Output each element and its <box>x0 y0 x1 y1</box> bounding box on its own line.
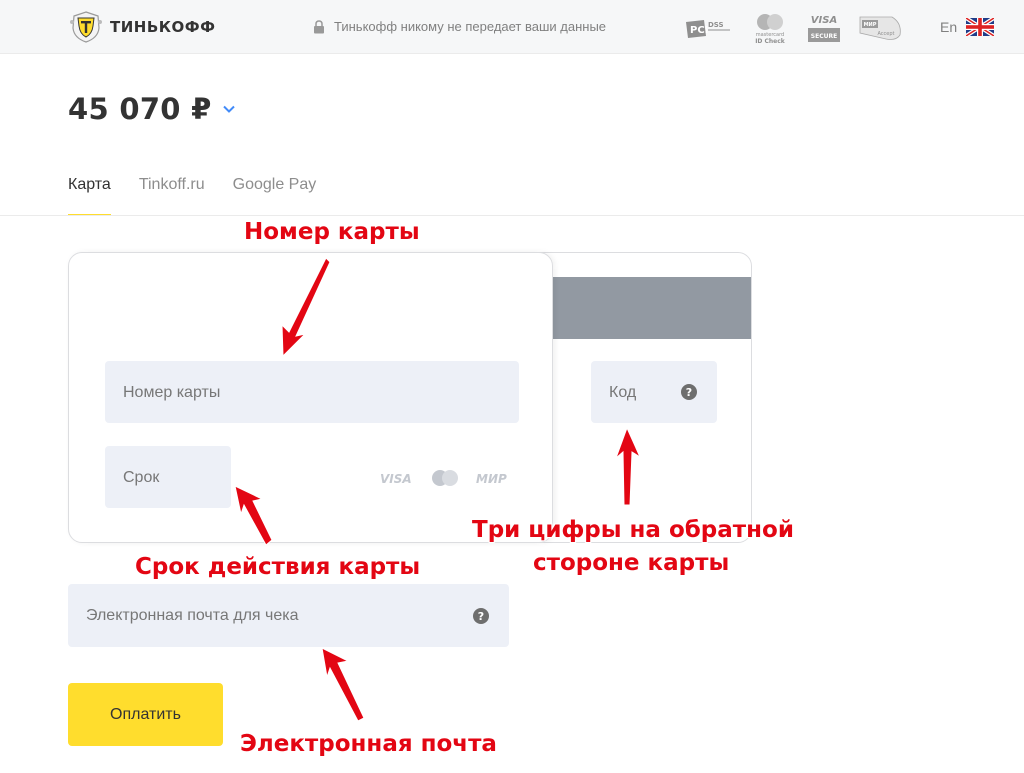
svg-text:?: ? <box>686 386 692 399</box>
card-back: Код ? <box>520 252 752 543</box>
annotation-email: Электронная почта <box>240 731 497 757</box>
annotation-card-number: Номер карты <box>244 219 420 245</box>
pci-dss-icon: PCI DSS <box>686 20 730 38</box>
svg-text:?: ? <box>478 610 484 623</box>
amount-selector[interactable]: 45 070 ₽ <box>68 92 236 126</box>
svg-text:Accept: Accept <box>877 31 894 37</box>
cvc-placeholder: Код <box>609 384 637 401</box>
svg-text:PCI: PCI <box>690 25 708 36</box>
brand-name: ТИНЬКОФФ <box>110 18 216 36</box>
brand-logo[interactable]: ТИНЬКОФФ <box>68 10 216 44</box>
expiry-placeholder: Срок <box>123 469 160 486</box>
tab-google-pay[interactable]: Google Pay <box>233 176 317 216</box>
uk-flag-icon[interactable] <box>966 18 994 36</box>
tabs-divider <box>0 215 1024 216</box>
tinkoff-emblem-icon <box>70 11 102 43</box>
svg-text:VISA: VISA <box>380 472 412 485</box>
pay-button[interactable]: Оплатить <box>68 683 223 746</box>
security-note-text: Тинькофф никому не передает ваши данные <box>334 19 607 34</box>
mir-icon: МИР <box>476 472 507 485</box>
svg-text:VISA: VISA <box>811 15 837 26</box>
payment-security-badges: PCI DSS mastercard ID Check VISA SECURE … <box>684 10 906 46</box>
mir-accept-icon: МИР Accept <box>859 16 901 40</box>
annotation-cvc-line2: стороне карты <box>533 550 730 576</box>
svg-text:МИР: МИР <box>864 22 877 28</box>
tab-tinkoff[interactable]: Tinkoff.ru <box>139 176 205 216</box>
payment-method-tabs: Карта Tinkoff.ru Google Pay <box>68 176 316 216</box>
security-note: Тинькофф никому не передает ваши данные <box>313 19 606 34</box>
svg-text:ID Check: ID Check <box>755 38 786 45</box>
email-placeholder: Электронная почта для чека <box>86 607 299 624</box>
card-front: Номер карты Срок VISA МИР <box>68 252 553 543</box>
visa-icon: VISA <box>380 472 412 485</box>
annotation-cvc-line1: Три цифры на обратной <box>472 517 794 543</box>
tab-card[interactable]: Карта <box>68 176 111 216</box>
chevron-down-icon[interactable] <box>222 104 236 114</box>
email-help-icon[interactable]: ? <box>473 608 489 624</box>
mastercard-icon <box>432 470 458 486</box>
card-number-input[interactable]: Номер карты <box>105 361 519 423</box>
cvc-input[interactable]: Код ? <box>591 361 717 423</box>
svg-text:МИР: МИР <box>476 472 507 485</box>
visa-secure-icon: VISA SECURE <box>808 15 840 42</box>
svg-text:DSS: DSS <box>708 21 724 29</box>
email-input[interactable]: Электронная почта для чека ? <box>68 584 509 647</box>
lock-icon <box>314 19 324 33</box>
card-brand-logos: VISA МИР <box>380 469 512 487</box>
cvc-help-icon[interactable]: ? <box>681 384 697 400</box>
payment-amount: 45 070 ₽ <box>68 92 212 126</box>
top-header: ТИНЬКОФФ Тинькофф никому не передает ваш… <box>0 0 1024 54</box>
mastercard-id-check-icon: mastercard ID Check <box>755 14 786 45</box>
svg-text:SECURE: SECURE <box>811 33 837 40</box>
card-magnetic-stripe <box>521 277 751 339</box>
language-switch[interactable]: En <box>940 19 957 35</box>
expiry-input[interactable]: Срок <box>105 446 231 508</box>
arrow-email-icon <box>321 647 365 722</box>
card-number-placeholder: Номер карты <box>123 384 221 401</box>
annotation-expiry: Срок действия карты <box>135 554 421 580</box>
